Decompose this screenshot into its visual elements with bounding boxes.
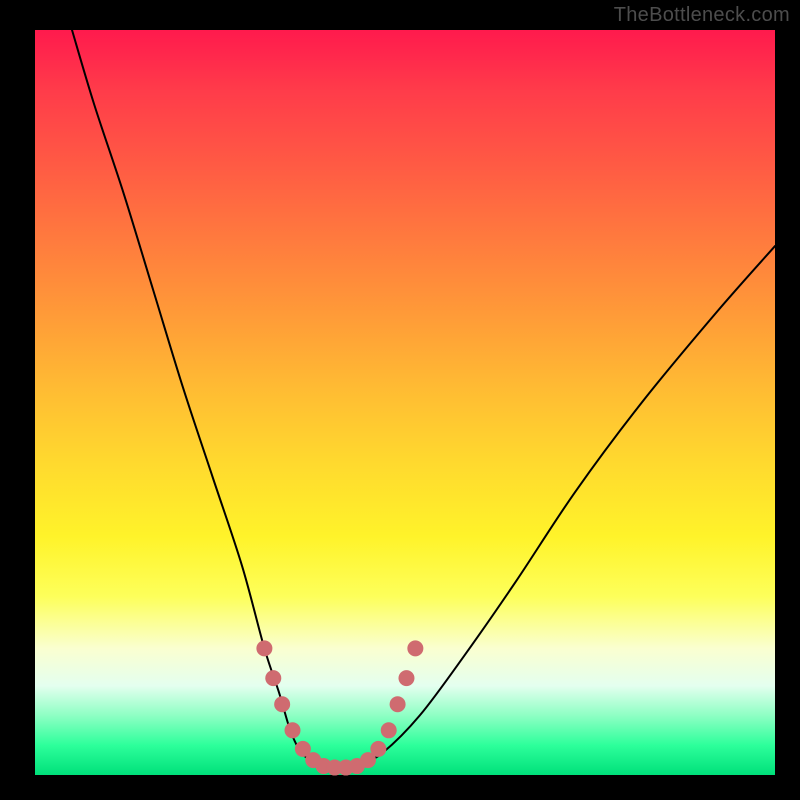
- curve-marker: [285, 722, 301, 738]
- curve-marker: [256, 640, 272, 656]
- curve-marker: [381, 722, 397, 738]
- watermark-label: TheBottleneck.com: [614, 4, 790, 27]
- curve-marker: [370, 741, 386, 757]
- curve-marker: [407, 640, 423, 656]
- chart-frame: TheBottleneck.com: [0, 0, 800, 800]
- bottleneck-curve: [72, 30, 775, 768]
- curve-marker: [265, 670, 281, 686]
- plot-area: [35, 30, 775, 775]
- chart-svg: [35, 30, 775, 775]
- curve-marker: [274, 696, 290, 712]
- curve-marker: [398, 670, 414, 686]
- curve-marker: [390, 696, 406, 712]
